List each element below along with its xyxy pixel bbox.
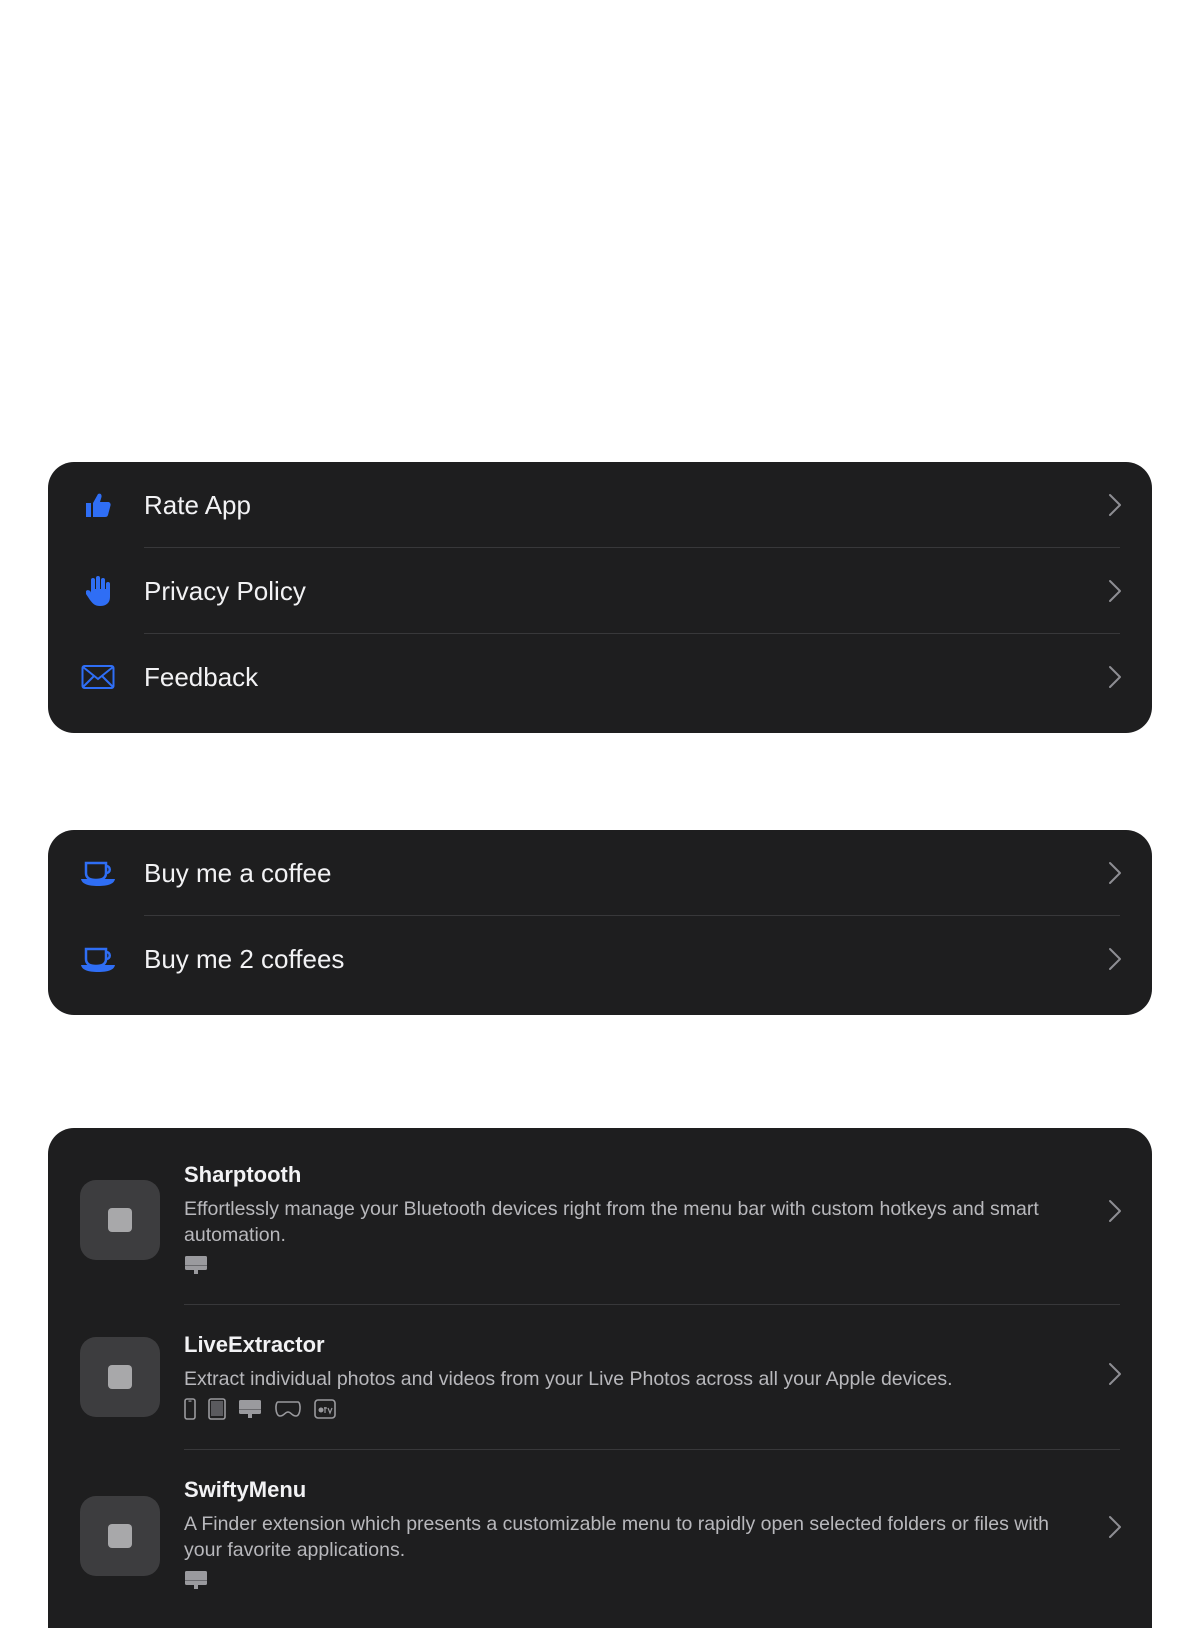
buy-two-coffees-row[interactable]: Buy me 2 coffees: [48, 916, 1152, 1002]
chevron-right-icon: [1109, 1362, 1121, 1385]
app-name: SwiftyMenu: [184, 1477, 307, 1502]
mac-icon: [238, 1399, 262, 1424]
chevron-right-icon: [1109, 862, 1121, 884]
app-icon-placeholder: [80, 1496, 160, 1576]
mac-icon: [184, 1255, 208, 1280]
apple-tv-icon: [314, 1398, 336, 1424]
rate-app-row[interactable]: Rate App: [48, 462, 1152, 548]
support-links-card: Rate App Privacy Policy Feedback: [48, 462, 1152, 733]
coffee-cup-icon: [80, 943, 116, 975]
app-row-liveextractor[interactable]: LiveExtractor Extract individual photos …: [48, 1305, 1152, 1450]
chevron-right-icon: [1109, 948, 1121, 970]
feedback-row[interactable]: Feedback: [48, 634, 1152, 720]
thumbs-up-icon: [80, 489, 116, 521]
buy-coffee-row[interactable]: Buy me a coffee: [48, 830, 1152, 916]
app-icon-placeholder: [80, 1180, 160, 1260]
rate-app-label: Rate App: [144, 490, 251, 520]
envelope-icon: [80, 661, 116, 693]
app-description: Effortlessly manage your Bluetooth devic…: [184, 1198, 1039, 1246]
ipad-icon: [208, 1397, 226, 1425]
platform-icons: [184, 1255, 208, 1280]
privacy-policy-label: Privacy Policy: [144, 576, 306, 606]
other-apps-card: Sharptooth Effortlessly manage your Blue…: [48, 1128, 1152, 1628]
app-icon-placeholder: [80, 1337, 160, 1417]
chevron-right-icon: [1109, 494, 1121, 516]
app-name: Sharptooth: [184, 1162, 302, 1187]
app-description: A Finder extension which presents a cust…: [184, 1513, 1049, 1561]
raised-hand-icon: [80, 575, 116, 607]
buy-coffee-label: Buy me a coffee: [144, 858, 332, 888]
app-row-sharptooth[interactable]: Sharptooth Effortlessly manage your Blue…: [48, 1128, 1152, 1305]
platform-icons: [184, 1397, 336, 1425]
app-description: Extract individual photos and videos fro…: [184, 1368, 953, 1390]
chevron-right-icon: [1109, 1515, 1121, 1538]
chevron-right-icon: [1109, 666, 1121, 688]
buy-two-coffees-label: Buy me 2 coffees: [144, 944, 345, 974]
app-row-swiftymenu[interactable]: SwiftyMenu A Finder extension which pres…: [48, 1450, 1152, 1627]
iphone-icon: [184, 1397, 196, 1425]
app-name: LiveExtractor: [184, 1332, 325, 1357]
chevron-right-icon: [1109, 580, 1121, 602]
coffee-cup-icon: [80, 857, 116, 889]
tip-jar-card: Buy me a coffee Buy me 2 coffees: [48, 830, 1152, 1015]
chevron-right-icon: [1109, 1199, 1121, 1222]
privacy-policy-row[interactable]: Privacy Policy: [48, 548, 1152, 634]
vision-pro-icon: [274, 1400, 302, 1423]
feedback-label: Feedback: [144, 662, 259, 692]
platform-icons: [184, 1570, 208, 1595]
mac-icon: [184, 1570, 208, 1595]
